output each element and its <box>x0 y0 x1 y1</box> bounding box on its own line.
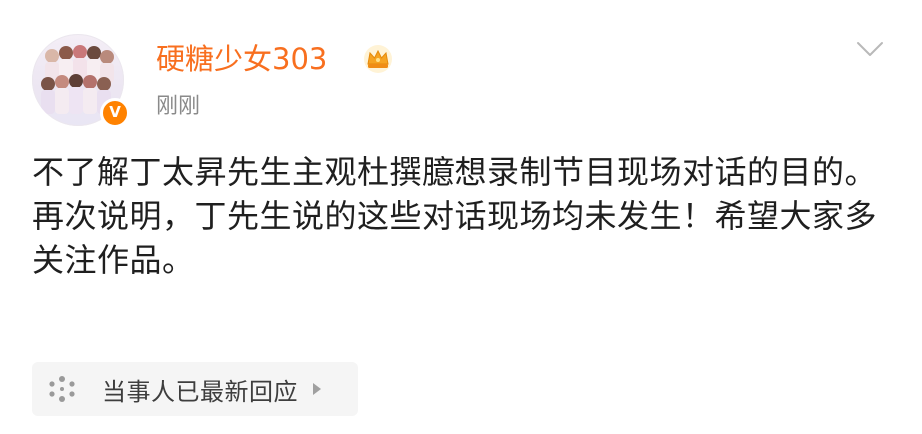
author-name[interactable]: 硬糖少女303 <box>156 39 327 79</box>
post-body: 不了解丁太昇先生主观杜撰臆想录制节目现场对话的目的。 再次说明，丁先生说的这些对… <box>32 150 892 282</box>
spark-icon <box>49 376 75 402</box>
post-paragraph-2: 再次说明，丁先生说的这些对话现场均未发生！希望大家多关注作品。 <box>32 197 878 279</box>
post-timestamp: 刚刚 <box>156 94 201 119</box>
avatar-container[interactable]: V <box>32 34 130 128</box>
verified-badge-letter: V <box>109 103 121 121</box>
chevron-down-icon[interactable] <box>856 40 884 58</box>
crown-icon[interactable] <box>362 44 394 74</box>
verified-badge-icon: V <box>100 98 130 128</box>
post-paragraph-1: 不了解丁太昇先生主观杜撰臆想录制节目现场对话的目的。 <box>32 153 878 191</box>
latest-response-button[interactable]: 当事人已最新回应 <box>32 362 358 416</box>
weibo-post: V 硬糖少女303 刚刚 不了解丁太昇先生主观杜撰臆想录制节目现场对话的目的。 … <box>0 0 922 434</box>
triangle-right-icon <box>313 383 321 395</box>
latest-response-label: 当事人已最新回应 <box>102 377 298 406</box>
